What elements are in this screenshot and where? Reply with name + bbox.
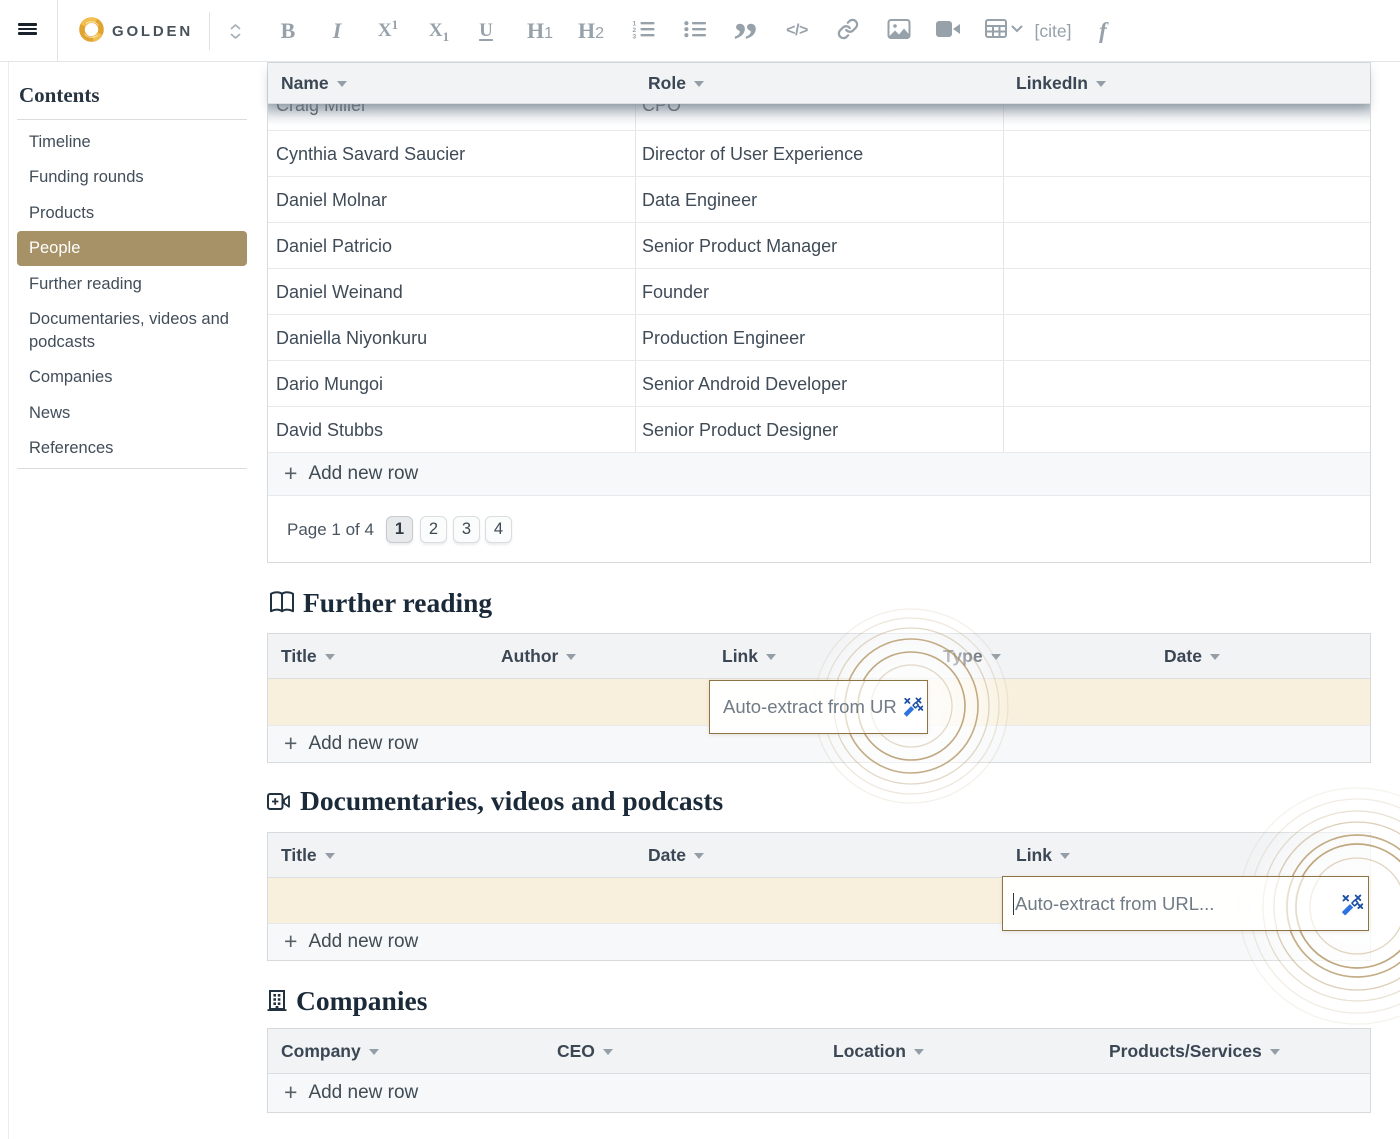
svg-text:3: 3 (633, 33, 637, 39)
svg-text:”: ” (733, 18, 758, 42)
